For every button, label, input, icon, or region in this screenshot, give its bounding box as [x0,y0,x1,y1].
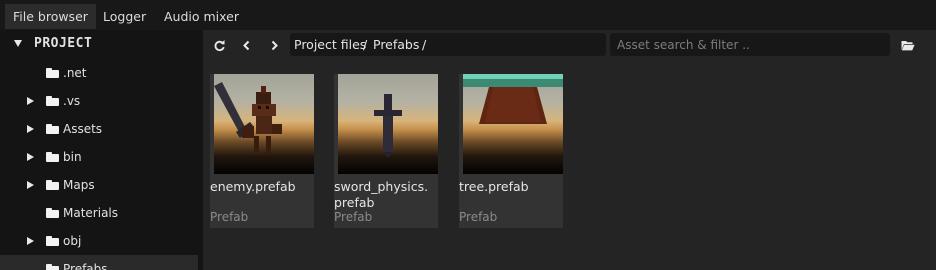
breadcrumb-separator: / [363,37,368,52]
folder-icon [46,152,59,162]
forward-button[interactable] [264,35,284,55]
tree-item-label: Materials [63,206,119,220]
asset-name-line1: sword_physics. [334,179,429,194]
folder-icon [46,208,59,218]
tab-bar: File browser Logger Audio mixer [0,0,936,30]
asset-name: tree.prefab [459,179,529,194]
chevron-left-icon [242,40,249,50]
asset-browser: Project files / Prefabs / Asset search &… [203,30,936,270]
collapse-arrow-icon[interactable] [27,181,34,189]
collapse-arrow-icon[interactable] [27,125,34,133]
folder-icon [46,68,59,78]
collapse-arrow-icon[interactable] [27,237,34,245]
tree-item-prefabs[interactable]: Prefabs [0,255,198,270]
asset-card-sword-physics[interactable]: sword_physics. prefab Prefab [334,74,438,228]
asset-card-enemy[interactable]: enemy.prefab Prefab [210,74,314,228]
collapse-arrow-icon[interactable] [27,97,34,105]
tab-audio-mixer[interactable]: Audio mixer [156,4,247,29]
asset-type: Prefab [334,210,373,224]
folder-icon [46,236,59,246]
asset-thumbnail [463,74,563,174]
tree-item-materials[interactable]: Materials [0,199,198,227]
folder-icon [46,180,59,190]
refresh-icon [214,39,225,51]
tree-item-label: .vs [63,94,81,108]
tree-item-label: bin [63,150,82,164]
enemy-model-preview [214,82,282,154]
tree-item-net[interactable]: .net [0,59,198,87]
asset-search-input[interactable] [610,33,890,56]
tree-item-maps[interactable]: Maps [0,171,198,199]
expand-arrow-icon[interactable] [14,40,22,47]
tree-item-assets[interactable]: Assets [0,115,198,143]
tree-item-label: Prefabs [63,262,108,270]
asset-name-line2: prefab [334,195,375,210]
breadcrumb-separator: / [422,37,427,52]
tree-item-label: .net [63,66,87,80]
folder-icon [46,124,59,134]
asset-thumbnail [214,74,314,174]
asset-type: Prefab [210,210,249,224]
tree-item-label: Assets [63,122,103,136]
tree-item-obj[interactable]: obj [0,227,198,255]
sword-model-preview [374,94,402,158]
breadcrumb-project-files[interactable]: Project files [294,33,366,56]
collapse-arrow-icon[interactable] [27,153,34,161]
folder-icon [46,264,59,270]
tree-root-project[interactable]: PROJECT [0,30,198,58]
refresh-button[interactable] [209,35,229,55]
asset-name: sword_physics. prefab [334,179,438,211]
back-button[interactable] [236,35,256,55]
tab-logger[interactable]: Logger [95,4,154,29]
open-folder-button[interactable] [898,35,918,55]
tree-root-label: PROJECT [34,36,93,51]
asset-card-tree[interactable]: tree.prefab Prefab [459,74,563,228]
tree-item-label: obj [63,234,82,248]
tree-model-preview [463,74,563,124]
tree-item-label: Maps [63,178,95,192]
tree-item-bin[interactable]: bin [0,143,198,171]
tree-item-vs[interactable]: .vs [0,87,198,115]
project-tree: PROJECT .net .vs Assets bin Maps Materia… [0,30,203,270]
folder-icon [46,96,59,106]
asset-thumbnail [338,74,438,174]
path-breadcrumb[interactable]: Project files / Prefabs / [290,33,606,56]
tab-file-browser[interactable]: File browser [5,4,96,29]
asset-type: Prefab [459,210,498,224]
chevron-right-icon [271,40,278,50]
folder-open-icon [901,40,915,50]
breadcrumb-prefabs[interactable]: Prefabs [373,33,419,56]
asset-name: enemy.prefab [210,179,296,194]
